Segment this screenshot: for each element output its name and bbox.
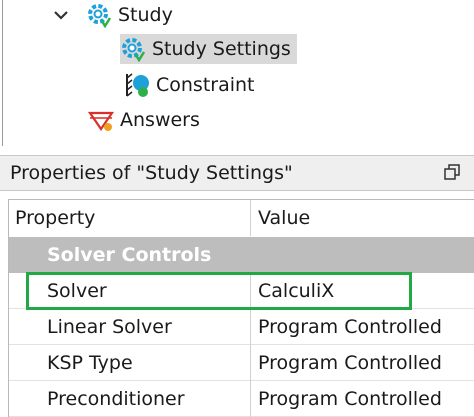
- tree-item-study[interactable]: Study: [52, 0, 173, 30]
- grid-header-row: Property Value: [9, 200, 474, 236]
- tree-item-label: Constraint: [156, 74, 255, 96]
- panel-title: Properties of "Study Settings": [10, 162, 293, 184]
- property-name: Preconditioner: [47, 387, 185, 410]
- property-name: KSP Type: [47, 351, 133, 374]
- column-header-value[interactable]: Value: [258, 207, 310, 229]
- study-icon: [88, 4, 112, 28]
- table-row[interactable]: Preconditioner Program Controlled: [9, 380, 474, 417]
- tree-item-label: Study: [118, 4, 173, 26]
- restore-window-icon[interactable]: [444, 164, 460, 180]
- tree-guide-line: [2, 0, 3, 146]
- group-row-solver-controls[interactable]: Solver Controls: [9, 237, 474, 273]
- property-name: Linear Solver: [47, 315, 172, 338]
- tree-item-constraint[interactable]: Constraint: [124, 70, 255, 100]
- tree-item-label: Study Settings: [152, 38, 291, 60]
- table-row[interactable]: Linear Solver Program Controlled: [9, 308, 474, 345]
- table-row[interactable]: KSP Type Program Controlled: [9, 344, 474, 381]
- model-tree: Study Study Settings Constraint Answers: [0, 0, 474, 150]
- solver-highlight-box: [26, 272, 412, 310]
- property-value[interactable]: Program Controlled: [258, 316, 442, 338]
- property-value[interactable]: Program Controlled: [258, 388, 442, 410]
- group-label: Solver Controls: [47, 244, 212, 266]
- tree-item-label: Answers: [120, 109, 200, 131]
- answers-icon: [88, 111, 114, 131]
- constraint-icon: [126, 73, 149, 97]
- chevron-down-icon[interactable]: [52, 6, 70, 24]
- tree-item-study-settings[interactable]: Study Settings: [120, 34, 297, 64]
- gear-icon: [122, 38, 146, 62]
- tree-item-answers[interactable]: Answers: [88, 105, 200, 135]
- property-value[interactable]: Program Controlled: [258, 352, 442, 374]
- properties-panel-header: Properties of "Study Settings": [0, 155, 474, 191]
- column-header-property[interactable]: Property: [15, 207, 95, 229]
